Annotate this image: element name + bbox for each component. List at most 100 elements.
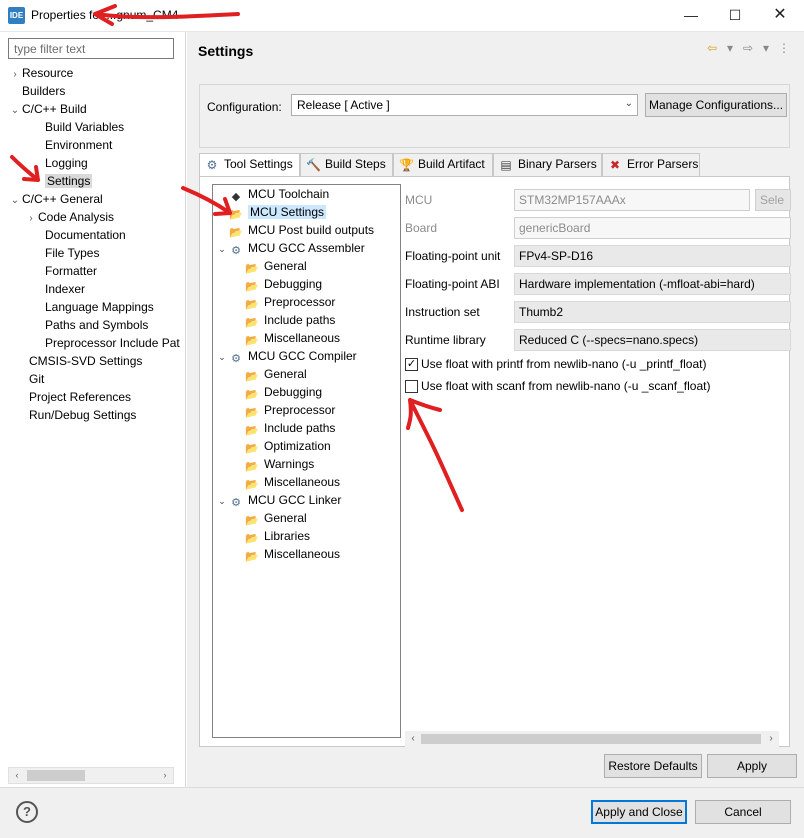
nav-label: Logging <box>45 156 88 170</box>
forward-dropdown-icon[interactable]: ▾ <box>757 41 775 55</box>
chevron-down-icon[interactable]: ⌄ <box>216 240 228 258</box>
scroll-right-icon[interactable]: › <box>763 731 779 747</box>
tree-label: Miscellaneous <box>264 547 341 561</box>
tree-node-gcc-compiler[interactable]: ⌄ ⚙ MCU GCC Compiler <box>216 347 357 366</box>
scanf-float-label: Use float with scanf from newlib-nano (-… <box>421 379 711 393</box>
tree-label: Include paths <box>264 313 336 327</box>
tree-node-cc-include-paths[interactable]: 📂 Include paths <box>232 419 335 437</box>
tab-error-parsers[interactable]: ✖ Error Parsers <box>602 153 700 176</box>
restore-defaults-button[interactable]: Restore Defaults <box>604 754 702 778</box>
nav-item-git[interactable]: Git <box>15 370 44 388</box>
scroll-thumb[interactable] <box>27 770 85 781</box>
nav-item-preprocessor-include[interactable]: Preprocessor Include Pat <box>31 334 180 352</box>
instruction-set-select[interactable]: Thumb2 <box>514 301 791 323</box>
tree-node-cc-misc[interactable]: 📂 Miscellaneous <box>232 473 340 491</box>
tree-node-mcu-post-build[interactable]: 📂 MCU Post build outputs <box>216 221 374 239</box>
tree-label: General <box>264 259 307 273</box>
apply-and-close-button[interactable]: Apply and Close <box>591 800 687 824</box>
chevron-down-icon[interactable]: ⌄ <box>216 348 228 366</box>
filter-input[interactable] <box>8 38 174 59</box>
back-arrow-icon[interactable]: ⇦ <box>703 41 721 55</box>
nav-item-cpp-build[interactable]: ⌄ C/C++ Build <box>8 100 87 118</box>
tree-node-ld-misc[interactable]: 📂 Miscellaneous <box>232 545 340 563</box>
minimize-button[interactable]: — <box>676 4 706 26</box>
tree-node-cc-optimization[interactable]: 📂 Optimization <box>232 437 331 455</box>
scroll-thumb[interactable] <box>421 734 761 744</box>
scanf-float-checkbox[interactable] <box>405 380 418 393</box>
tree-label: Miscellaneous <box>264 331 341 345</box>
fpabi-select[interactable]: Hardware implementation (-mfloat-abi=har… <box>514 273 791 295</box>
tree-node-cc-preprocessor[interactable]: 📂 Preprocessor <box>232 401 335 419</box>
scroll-left-icon[interactable]: ‹ <box>405 731 421 747</box>
scroll-left-icon[interactable]: ‹ <box>9 768 25 783</box>
folder-icon: 📂 <box>245 443 259 455</box>
nav-item-run-debug[interactable]: Run/Debug Settings <box>15 406 136 424</box>
fpu-label: Floating-point unit <box>405 249 501 263</box>
tree-node-mcu-settings[interactable]: 📂 MCU Settings <box>216 203 327 221</box>
nav-item-language-mappings[interactable]: Language Mappings <box>31 298 154 316</box>
help-icon[interactable]: ? <box>16 801 38 823</box>
nav-item-settings[interactable]: Settings <box>31 172 93 190</box>
folder-icon: 📂 <box>245 281 259 293</box>
tree-node-asm-preprocessor[interactable]: 📂 Preprocessor <box>232 293 335 311</box>
nav-item-logging[interactable]: Logging <box>31 154 88 172</box>
nav-item-cmsis-svd[interactable]: CMSIS-SVD Settings <box>15 352 142 370</box>
nav-item-formatter[interactable]: Formatter <box>31 262 97 280</box>
folder-icon: 📂 <box>245 335 259 347</box>
tree-node-cc-warnings[interactable]: 📂 Warnings <box>232 455 314 473</box>
tree-node-asm-include-paths[interactable]: 📂 Include paths <box>232 311 335 329</box>
tree-node-gcc-linker[interactable]: ⌄ ⚙ MCU GCC Linker <box>216 491 341 509</box>
nav-item-file-types[interactable]: File Types <box>31 244 99 262</box>
tree-node-asm-general[interactable]: 📂 General <box>232 257 307 275</box>
tree-node-ld-libraries[interactable]: 📂 Libraries <box>232 527 310 545</box>
nav-label: Resource <box>22 66 74 80</box>
nav-item-environment[interactable]: Environment <box>31 136 112 154</box>
tab-binary-parsers[interactable]: ▤ Binary Parsers <box>493 153 602 176</box>
board-row: Board genericBoard <box>405 217 791 239</box>
view-menu-icon[interactable]: ⋮ <box>775 41 793 55</box>
nav-item-builders[interactable]: Builders <box>8 82 65 100</box>
tree-node-cc-debugging[interactable]: 📂 Debugging <box>232 383 322 401</box>
page-title: Settings <box>198 43 254 59</box>
left-horizontal-scrollbar[interactable]: ‹ › <box>8 767 174 784</box>
runtime-library-select[interactable]: Reduced C (--specs=nano.specs) <box>514 329 791 351</box>
tree-node-mcu-toolchain[interactable]: ◆ MCU Toolchain <box>216 185 329 203</box>
nav-item-code-analysis[interactable]: › Code Analysis <box>24 208 114 226</box>
tab-build-artifact[interactable]: 🏆 Build Artifact <box>393 153 493 176</box>
tab-tool-settings[interactable]: ⚙ Tool Settings <box>199 153 300 177</box>
tree-label: MCU GCC Compiler <box>248 349 357 363</box>
nav-item-paths-and-symbols[interactable]: Paths and Symbols <box>31 316 148 334</box>
tree-node-asm-debugging[interactable]: 📂 Debugging <box>232 275 322 293</box>
manage-configurations-button[interactable]: Manage Configurations... <box>645 93 787 117</box>
tab-build-steps[interactable]: 🔨 Build Steps <box>300 153 393 176</box>
scanf-float-row[interactable]: Use float with scanf from newlib-nano (-… <box>405 378 791 396</box>
nav-label: Environment <box>45 138 113 152</box>
close-button[interactable]: ✕ <box>765 4 795 26</box>
tree-node-cc-general[interactable]: 📂 General <box>232 365 307 383</box>
nav-item-build-variables[interactable]: Build Variables <box>31 118 124 136</box>
nav-item-resource[interactable]: › Resource <box>8 64 73 82</box>
tree-label: MCU Settings <box>248 205 327 219</box>
form-horizontal-scrollbar[interactable]: ‹ › <box>405 731 779 747</box>
gear-icon: ⚙ <box>231 353 241 365</box>
maximize-button[interactable]: ☐ <box>720 4 750 26</box>
configuration-select[interactable]: Release [ Active ] ⌄ <box>291 94 638 116</box>
chevron-down-icon[interactable]: ⌄ <box>8 102 22 120</box>
printf-float-row[interactable]: ✓ Use float with printf from newlib-nano… <box>405 356 791 374</box>
tree-node-ld-general[interactable]: 📂 General <box>232 509 307 527</box>
chevron-down-icon[interactable]: ⌄ <box>216 492 228 510</box>
nav-item-documentation[interactable]: Documentation <box>31 226 126 244</box>
scroll-right-icon[interactable]: › <box>157 768 173 783</box>
nav-item-indexer[interactable]: Indexer <box>31 280 85 298</box>
apply-button[interactable]: Apply <box>707 754 797 778</box>
printf-float-checkbox[interactable]: ✓ <box>405 358 418 371</box>
tree-node-gcc-assembler[interactable]: ⌄ ⚙ MCU GCC Assembler <box>216 239 364 258</box>
tree-node-asm-misc[interactable]: 📂 Miscellaneous <box>232 329 340 347</box>
forward-arrow-icon[interactable]: ⇨ <box>739 41 757 55</box>
chevron-down-icon[interactable]: ⌄ <box>8 192 22 210</box>
cancel-button[interactable]: Cancel <box>695 800 791 824</box>
nav-item-project-references[interactable]: Project References <box>15 388 131 406</box>
back-dropdown-icon[interactable]: ▾ <box>721 41 739 55</box>
nav-item-cpp-general[interactable]: ⌄ C/C++ General <box>8 190 103 208</box>
fpu-select[interactable]: FPv4-SP-D16 <box>514 245 791 267</box>
